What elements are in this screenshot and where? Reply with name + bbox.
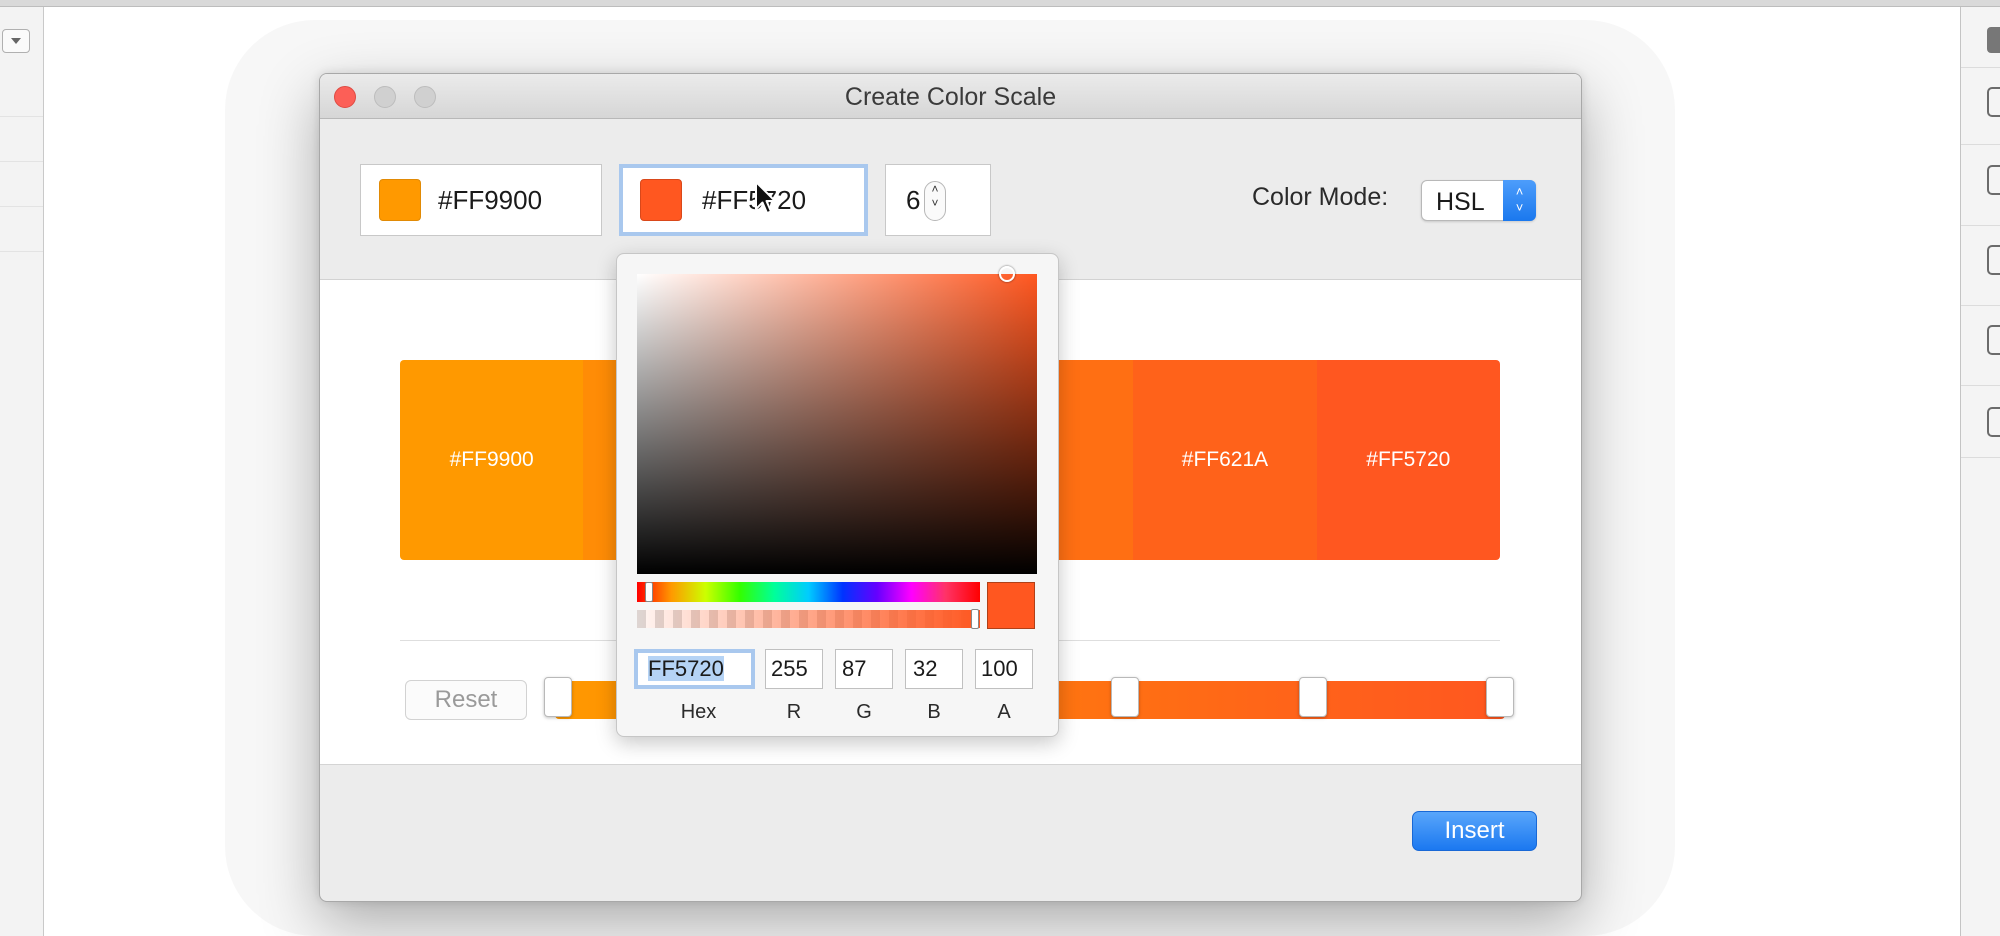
- color-preview-swatch: [987, 582, 1035, 629]
- swatch-label: #FF621A: [1181, 448, 1269, 471]
- blue-input[interactable]: 32: [905, 649, 963, 689]
- green-label: G: [856, 701, 872, 723]
- stepper-icon[interactable]: ˄ ˅: [924, 181, 946, 221]
- hex-input[interactable]: FF5720: [634, 649, 755, 689]
- hue-slider[interactable]: [637, 582, 980, 602]
- panel-dropdown-icon[interactable]: [2, 29, 30, 53]
- right-toolbar: [1960, 7, 2000, 936]
- saturation-brightness-area[interactable]: [637, 266, 1037, 574]
- color-mode-label: Color Mode:: [1252, 183, 1389, 211]
- start-color-field[interactable]: #FF9900: [360, 164, 602, 236]
- title-bar: Create Color Scale: [320, 74, 1581, 119]
- end-color-field[interactable]: #FF5720: [619, 164, 868, 236]
- app-top-border: [0, 0, 2000, 7]
- alpha-slider[interactable]: [637, 610, 980, 628]
- green-input[interactable]: 87: [835, 649, 893, 689]
- red-input[interactable]: 255: [765, 649, 823, 689]
- color-mode-select[interactable]: HSL ˄ ˅: [1421, 180, 1536, 221]
- checklist-icon[interactable]: [1987, 245, 2000, 275]
- left-panel-row: [0, 72, 43, 117]
- swatch-label: #FF5720: [1366, 448, 1451, 471]
- start-color-hex[interactable]: #FF9900: [438, 185, 542, 216]
- slider-handle[interactable]: [1111, 677, 1139, 717]
- scale-swatch[interactable]: #FF5720: [1316, 360, 1500, 560]
- symbol-icon[interactable]: [1987, 165, 2000, 195]
- export-icon[interactable]: [1987, 87, 2000, 117]
- slider-handle[interactable]: [1486, 677, 1514, 717]
- blue-label: B: [927, 701, 941, 723]
- color-mode-value[interactable]: HSL: [1436, 188, 1485, 217]
- left-panel-row: [0, 162, 43, 207]
- slider-handle[interactable]: [544, 677, 572, 717]
- saturation-marker[interactable]: [999, 266, 1015, 282]
- alpha-slider-thumb[interactable]: [971, 609, 979, 629]
- red-label: R: [786, 701, 802, 723]
- alpha-input[interactable]: 100: [975, 649, 1033, 689]
- left-panel: [0, 7, 44, 936]
- reset-button[interactable]: Reset: [405, 680, 527, 720]
- insert-button[interactable]: Insert: [1412, 811, 1537, 851]
- hex-label: Hex: [680, 701, 717, 723]
- inspector-icon[interactable]: [1987, 27, 2000, 53]
- scale-swatch[interactable]: #FF9900: [400, 360, 584, 560]
- steps-field[interactable]: 6 ˄ ˅: [885, 164, 991, 236]
- dialog-title: Create Color Scale: [844, 83, 1057, 111]
- end-color-swatch[interactable]: [640, 179, 682, 221]
- hue-slider-thumb[interactable]: [645, 582, 653, 602]
- slider-handle[interactable]: [1299, 677, 1327, 717]
- color-picker-popover: FF5720 255 87 32 100 Hex R G B A: [616, 253, 1059, 737]
- alpha-label: A: [997, 701, 1011, 723]
- layout-icon[interactable]: [1987, 407, 2000, 437]
- start-color-swatch[interactable]: [379, 179, 421, 221]
- left-panel-row: [0, 117, 43, 162]
- updown-chevron-icon[interactable]: ˄ ˅: [1503, 180, 1536, 221]
- mouse-pointer-icon: [755, 181, 776, 214]
- palette-icon[interactable]: [1987, 325, 2000, 355]
- scale-swatch[interactable]: #FF621A: [1133, 360, 1317, 560]
- steps-value[interactable]: 6: [906, 185, 920, 216]
- left-panel-row: [0, 207, 43, 252]
- swatch-label: #FF9900: [449, 448, 534, 471]
- hex-input-value[interactable]: FF5720: [648, 656, 724, 681]
